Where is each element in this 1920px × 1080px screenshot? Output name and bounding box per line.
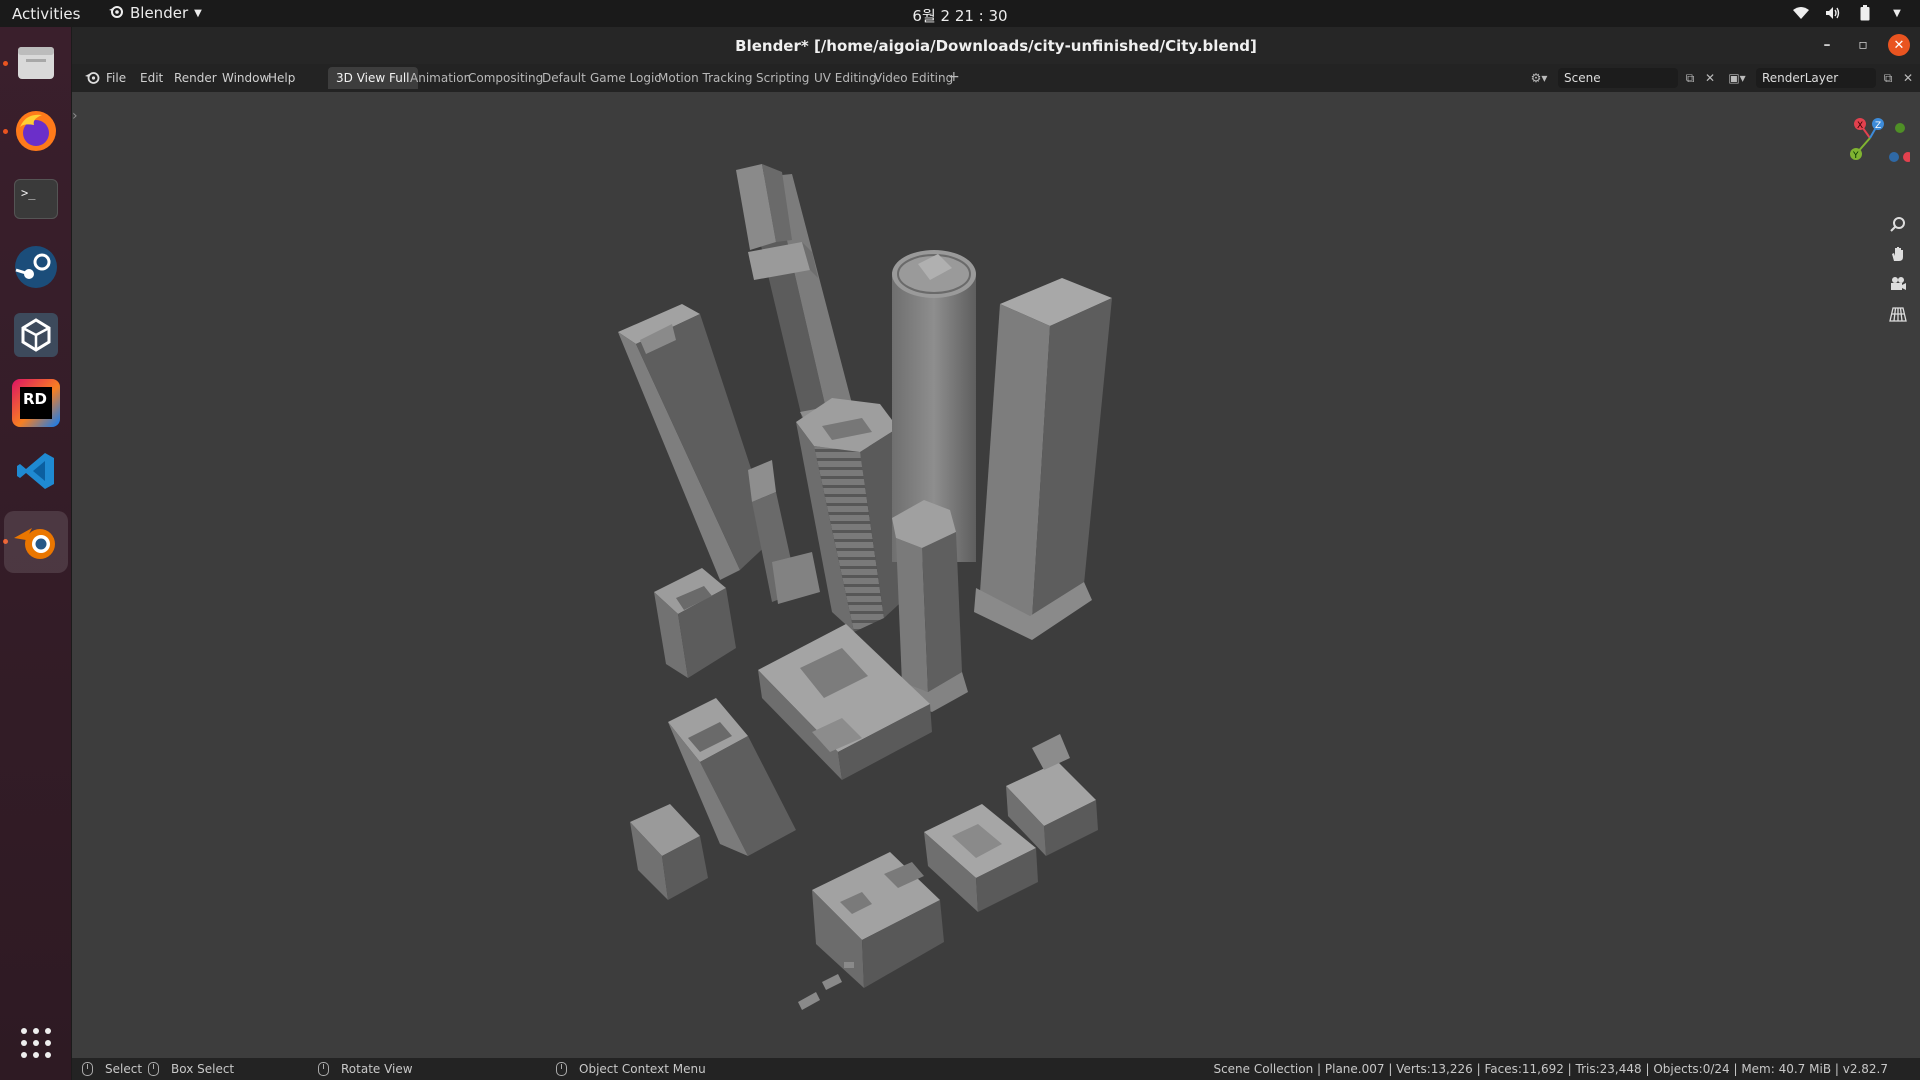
- clock[interactable]: 6월 2 21 : 30: [912, 7, 1007, 25]
- city-scene[interactable]: ›: [72, 92, 1920, 1058]
- show-apps-icon: [21, 1028, 51, 1058]
- terminal-icon: >_: [14, 179, 58, 219]
- 3d-viewport[interactable]: › X Z Y: [72, 92, 1920, 1058]
- scene-name-field[interactable]: Scene: [1558, 68, 1678, 88]
- office-block-1[interactable]: [812, 852, 944, 988]
- navigation-gizmo[interactable]: X Z Y: [1840, 112, 1913, 182]
- status-box-select: Box Select: [148, 1062, 234, 1076]
- battery-icon[interactable]: [1856, 4, 1874, 22]
- menu-edit[interactable]: Edit: [136, 69, 167, 87]
- files-icon: [18, 47, 54, 79]
- firefox-icon: [16, 111, 56, 151]
- app-menu[interactable]: Blender ▼: [108, 4, 202, 22]
- maximize-button[interactable]: ▫: [1852, 34, 1874, 56]
- unity-icon: [14, 313, 58, 357]
- blender-topbar: File Edit Render Window Help 3D View Ful…: [72, 64, 1920, 92]
- view-layer-selector-button[interactable]: ▣▾: [1722, 68, 1752, 88]
- dock-terminal[interactable]: >_: [8, 171, 64, 227]
- neg-z-axis[interactable]: [1889, 152, 1899, 162]
- dock-vscode[interactable]: [8, 443, 64, 499]
- rider-icon: RD: [12, 379, 60, 427]
- scene-selector-button[interactable]: ⚙▾: [1524, 68, 1554, 88]
- app-menu-label: Blender: [130, 4, 189, 22]
- menu-render[interactable]: Render: [170, 69, 221, 87]
- status-context-label: Object Context Menu: [579, 1062, 706, 1076]
- slab-tower-right[interactable]: [974, 278, 1112, 640]
- neg-x-axis[interactable]: [1903, 152, 1913, 162]
- close-icon: ✕: [1902, 71, 1914, 85]
- blender-logo-icon: [85, 72, 100, 84]
- svg-text:X: X: [1857, 121, 1863, 131]
- window-titlebar[interactable]: Blender* [/home/aigoia/Downloads/city-un…: [72, 27, 1920, 64]
- chevron-down-icon[interactable]: ▼: [1888, 4, 1906, 22]
- blender-window: Blender* [/home/aigoia/Downloads/city-un…: [72, 27, 1920, 1080]
- status-rotate-view: Rotate View: [318, 1062, 413, 1076]
- neg-y-axis[interactable]: [1895, 123, 1905, 133]
- tab-motion-tracking[interactable]: Motion Tracking: [650, 67, 760, 89]
- status-context-menu: Object Context Menu: [556, 1062, 706, 1076]
- dock: >_ RD: [0, 27, 72, 1080]
- zoom-button[interactable]: [1886, 212, 1910, 236]
- menu-help[interactable]: Help: [264, 69, 299, 87]
- close-button[interactable]: ✕: [1888, 34, 1910, 56]
- grid-icon: [1889, 307, 1907, 322]
- blender-logo-menu[interactable]: [80, 68, 104, 89]
- system-tray[interactable]: ▼: [1792, 4, 1906, 22]
- wifi-icon[interactable]: [1792, 4, 1810, 22]
- close-icon: ✕: [1893, 37, 1905, 53]
- blender-app-icon: [108, 4, 124, 22]
- copy-icon: ⧉: [1883, 70, 1893, 85]
- window-title: Blender* [/home/aigoia/Downloads/city-un…: [735, 36, 1257, 55]
- scene-statistics: Scene Collection | Plane.007 | Verts:13,…: [1213, 1062, 1888, 1076]
- zoom-icon: [1890, 217, 1905, 232]
- chevron-down-icon: ▼: [194, 7, 202, 19]
- status-select-label: Select: [105, 1062, 143, 1076]
- activities-button[interactable]: Activities: [12, 5, 80, 23]
- right-mouse-icon: [556, 1062, 567, 1076]
- middle-mouse-icon: [318, 1062, 329, 1076]
- volume-icon[interactable]: [1824, 4, 1842, 22]
- delete-scene-button[interactable]: ✕: [1700, 68, 1720, 88]
- close-icon: ✕: [1704, 71, 1716, 85]
- dock-blender[interactable]: [4, 511, 68, 573]
- delete-render-layer-button[interactable]: ✕: [1898, 68, 1918, 88]
- new-render-layer-button[interactable]: ⧉: [1878, 68, 1898, 88]
- minimize-button[interactable]: –: [1816, 34, 1838, 56]
- slab-tower-left[interactable]: [618, 304, 774, 580]
- dock-unity[interactable]: [8, 307, 64, 363]
- svg-text:Y: Y: [1852, 151, 1859, 161]
- new-scene-button[interactable]: ⧉: [1680, 68, 1700, 88]
- copy-icon: ⧉: [1685, 70, 1695, 85]
- menu-file[interactable]: File: [102, 69, 130, 87]
- hand-icon: [1892, 247, 1903, 261]
- dock-steam[interactable]: [8, 239, 64, 295]
- system-top-bar: Activities Blender ▼ 6월 2 21 : 30 ▼: [0, 0, 1920, 27]
- svg-text:Z: Z: [1875, 121, 1881, 131]
- show-apps-button[interactable]: [8, 1015, 64, 1071]
- block-building-1[interactable]: [654, 568, 736, 678]
- perspective-toggle-button[interactable]: [1886, 302, 1910, 326]
- render-layer-field[interactable]: RenderLayer: [1756, 68, 1876, 88]
- status-select: Select: [82, 1062, 142, 1076]
- dock-firefox[interactable]: [8, 103, 64, 159]
- status-box-select-label: Box Select: [171, 1062, 235, 1076]
- left-mouse-icon: [82, 1062, 93, 1076]
- status-rotate-label: Rotate View: [341, 1062, 413, 1076]
- blender-icon: [14, 528, 55, 559]
- dock-files[interactable]: [8, 35, 64, 91]
- vscode-icon: [17, 453, 54, 489]
- add-workspace-button[interactable]: +: [942, 67, 966, 89]
- scene-icon: ⚙▾: [1530, 71, 1548, 85]
- render-layers-icon: ▣▾: [1728, 71, 1746, 85]
- camera-view-button[interactable]: [1886, 272, 1910, 296]
- sidebar-toggle-icon[interactable]: ›: [72, 108, 78, 124]
- drag-mouse-icon: [148, 1062, 159, 1076]
- camera-icon: [1891, 277, 1906, 290]
- dock-rider[interactable]: RD: [8, 375, 64, 431]
- block-building-3[interactable]: [630, 804, 708, 900]
- steam-icon: [15, 246, 57, 288]
- pan-button[interactable]: [1886, 242, 1910, 266]
- status-bar: Select Box Select Rotate View Object Con…: [72, 1058, 1920, 1080]
